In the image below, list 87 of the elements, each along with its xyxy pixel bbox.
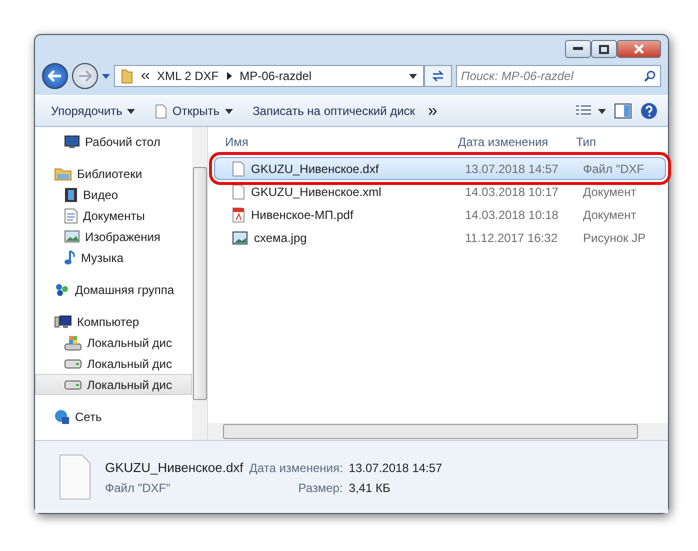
file-icon — [232, 160, 245, 176]
sidebar-item[interactable]: Рабочий стол — [35, 131, 192, 152]
forward-button[interactable] — [72, 63, 98, 89]
details-label: Размер: — [297, 480, 343, 494]
file-row[interactable]: GKUZU_Нивенское.xml 14.03.2018 10:17 Документ — [214, 180, 666, 203]
pdf-file-icon — [232, 206, 245, 222]
file-type: Файл "DXF — [582, 162, 646, 176]
details-file-type: Файл "DXF" — [105, 480, 172, 494]
homegroup-icon — [54, 282, 70, 298]
sidebar-item[interactable]: Домашняя группа — [35, 279, 192, 300]
address-bar[interactable]: XML 2 DXF MP-06-razdel — [114, 65, 424, 87]
more-chevron-icon[interactable] — [429, 108, 438, 114]
sidebar-item[interactable]: Видео — [35, 184, 192, 205]
history-dropdown-icon[interactable] — [102, 74, 110, 78]
search-icon — [644, 70, 656, 82]
back-button[interactable] — [42, 63, 68, 89]
file-date: 14.03.2018 10:18 — [464, 208, 560, 222]
column-header[interactable]: Дата изменения — [453, 135, 571, 149]
file-name: GKUZU_Нивенское.dxf — [251, 162, 379, 176]
chevron-icon — [141, 73, 149, 79]
file-type: Рисунок JP — [582, 230, 647, 244]
system-drive-icon — [64, 334, 82, 350]
file-icon — [155, 104, 168, 118]
file-type: Документ — [582, 208, 638, 222]
dropdown-icon[interactable] — [409, 74, 417, 78]
music-note-icon — [64, 250, 76, 266]
file-date: 14.03.2018 10:17 — [464, 184, 560, 198]
file-type: Документ — [582, 184, 638, 198]
film-icon — [64, 186, 78, 202]
right-arrow-icon — [78, 70, 92, 82]
image-file-icon — [232, 230, 248, 244]
network-icon — [54, 408, 70, 424]
close-button[interactable] — [617, 40, 661, 58]
file-row[interactable]: Нивенское-МП.pdf 14.03.2018 10:18 Документ — [214, 203, 666, 226]
preview-pane-icon[interactable] — [614, 103, 632, 119]
breadcrumb[interactable]: MP-06-razdel — [240, 69, 312, 83]
refresh-button[interactable] — [424, 65, 452, 87]
toolbar-button[interactable]: Записать на оптический диск — [246, 101, 422, 121]
file-name: схема.jpg — [254, 230, 307, 244]
toolbar-button[interactable]: Открыть — [149, 100, 239, 122]
monitor-icon — [64, 134, 80, 148]
computer-icon — [54, 314, 72, 328]
sidebar-item[interactable]: Сеть — [35, 406, 192, 427]
minimize-icon — [573, 47, 583, 51]
drive-icon — [64, 380, 82, 390]
drive-icon — [64, 358, 82, 368]
file-name: GKUZU_Нивенское.xml — [251, 184, 382, 198]
folder-icon — [121, 68, 133, 84]
help-icon[interactable] — [640, 102, 658, 120]
left-arrow-icon — [48, 70, 62, 82]
search-field[interactable]: Поиск: MP-06-razdel — [456, 65, 661, 87]
file-icon — [232, 184, 245, 200]
sidebar-item[interactable]: Локальный дис — [35, 332, 192, 353]
sidebar-item[interactable]: Компьютер — [35, 311, 192, 332]
file-date: 11.12.2017 16:32 — [464, 230, 559, 244]
breadcrumb-arrow-icon[interactable] — [226, 72, 232, 80]
view-list-icon[interactable] — [576, 105, 606, 117]
sidebar-item[interactable]: Библиотеки — [35, 163, 192, 184]
sidebar-item[interactable]: Документы — [35, 205, 192, 226]
document-icon — [64, 208, 78, 224]
file-date: 13.07.2018 14:57 — [464, 162, 560, 176]
refresh-arrows-icon — [431, 70, 445, 82]
file-name: Нивенское-МП.pdf — [251, 208, 354, 222]
sidebar-item[interactable]: Локальный дис — [35, 374, 192, 395]
column-header[interactable]: Имя — [208, 135, 453, 149]
vertical-scrollbar[interactable] — [192, 127, 207, 440]
maximize-icon — [599, 44, 609, 54]
file-icon — [59, 454, 91, 500]
details-file-name: GKUZU_Нивенское.dxf — [105, 460, 244, 474]
sidebar-item[interactable]: Локальный дис — [35, 353, 192, 374]
caret-icon — [224, 108, 233, 114]
caret-icon — [127, 108, 136, 114]
minimize-button[interactable] — [565, 40, 591, 58]
details-label: Дата изменения: — [249, 460, 343, 474]
sidebar-item[interactable]: Изображения — [35, 226, 192, 247]
breadcrumb[interactable]: XML 2 DXF — [157, 69, 219, 83]
horizontal-scrollbar[interactable] — [208, 423, 668, 440]
details-value: 13.07.2018 14:57 — [348, 460, 442, 474]
toolbar-button[interactable]: Упорядочить — [45, 101, 142, 121]
maximize-button[interactable] — [591, 40, 617, 58]
picture-icon — [64, 230, 80, 243]
file-row[interactable]: схема.jpg 11.12.2017 16:32 Рисунок JP — [214, 226, 666, 249]
folder-icon — [54, 166, 72, 181]
details-value: 3,41 КБ — [348, 480, 392, 494]
close-icon — [634, 44, 644, 54]
column-header[interactable]: Тип — [571, 135, 668, 149]
sidebar-item[interactable]: Музыка — [35, 247, 192, 268]
